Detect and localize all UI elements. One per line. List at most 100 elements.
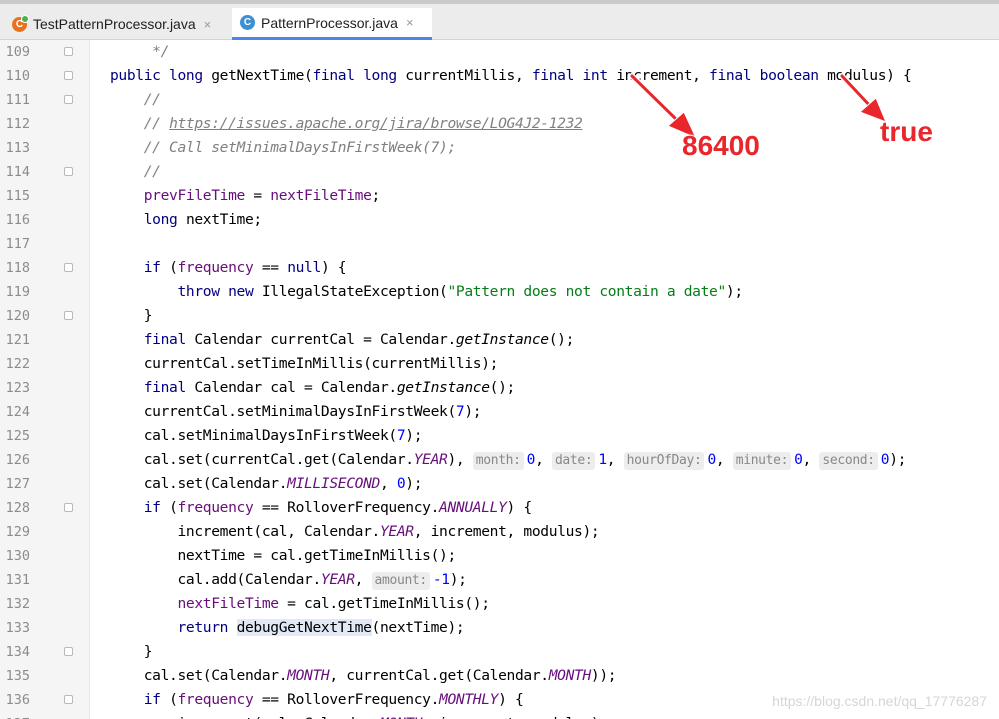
code-token: , <box>606 451 624 468</box>
code-token: cal.setMinimalDaysInFirstWeek( <box>110 427 397 444</box>
code-line[interactable]: // <box>110 160 161 184</box>
code-token: 0 <box>794 451 803 468</box>
code-line[interactable]: final Calendar currentCal = Calendar.get… <box>110 328 575 352</box>
code-line[interactable]: // https://issues.apache.org/jira/browse… <box>110 112 583 136</box>
code-token: (); <box>548 331 575 348</box>
parameter-hint: date: <box>551 452 596 470</box>
fold-marker-icon[interactable] <box>64 503 73 512</box>
code-token: MONTH <box>548 667 592 684</box>
code-line[interactable]: long nextTime; <box>110 208 262 232</box>
code-line[interactable]: nextFileTime = cal.getTimeInMillis(); <box>110 592 490 616</box>
code-token: , increment, modulus); <box>413 523 600 540</box>
code-token: YEAR <box>320 571 355 588</box>
fold-marker-icon[interactable] <box>64 71 73 80</box>
code-token: frequency <box>177 691 254 708</box>
fold-marker-icon[interactable] <box>64 695 73 704</box>
line-number: 121 <box>5 332 30 348</box>
code-line[interactable]: currentCal.setTimeInMillis(currentMillis… <box>110 352 499 376</box>
line-number: 127 <box>5 476 30 492</box>
line-number: 114 <box>5 164 30 180</box>
code-line[interactable]: // Call setMinimalDaysInFirstWeek(7); <box>110 136 457 160</box>
fold-marker-icon[interactable] <box>64 47 73 56</box>
line-number: 112 <box>5 116 30 132</box>
code-line[interactable]: } <box>110 640 153 664</box>
code-token: final int <box>531 67 617 84</box>
code-token: } <box>110 307 153 324</box>
code-token: cal.set(currentCal.get(Calendar. <box>110 451 414 468</box>
code-line[interactable]: increment(cal, Calendar.MONTH, increment… <box>110 712 608 719</box>
watermark: https://blog.csdn.net/qq_17776287 <box>772 693 987 709</box>
code-line[interactable]: throw new IllegalStateException("Pattern… <box>110 280 744 304</box>
fold-marker-icon[interactable] <box>64 311 73 320</box>
line-number: 111 <box>5 92 30 108</box>
code-token: , <box>354 571 372 588</box>
line-number: 136 <box>5 692 30 708</box>
code-token: ) { <box>320 259 347 276</box>
code-token: */ <box>110 43 170 60</box>
code-line[interactable]: return debugGetNextTime(nextTime); <box>110 616 465 640</box>
parameter-hint: month: <box>472 452 524 470</box>
line-number: 125 <box>5 428 30 444</box>
line-number: 124 <box>5 404 30 420</box>
code-line[interactable]: if (frequency == RolloverFrequency.ANNUA… <box>110 496 532 520</box>
code-token: (); <box>489 379 516 396</box>
code-line[interactable]: if (frequency == null) { <box>110 256 347 280</box>
code-token: nextFileTime <box>177 595 280 612</box>
fold-marker-icon[interactable] <box>64 263 73 272</box>
line-number: 137 <box>0 712 30 719</box>
code-token: final long <box>312 67 406 84</box>
code-token: prevFileTime <box>143 187 246 204</box>
code-line[interactable]: cal.set(Calendar.MONTH, currentCal.get(C… <box>110 664 617 688</box>
code-line[interactable]: cal.set(currentCal.get(Calendar.YEAR), m… <box>110 448 906 472</box>
fold-marker-icon[interactable] <box>64 647 73 656</box>
fold-marker-icon[interactable] <box>64 95 73 104</box>
code-token: 0 <box>880 451 890 468</box>
code-line[interactable]: currentCal.setMinimalDaysInFirstWeek(7); <box>110 400 482 424</box>
code-token: , <box>802 451 820 468</box>
code-line[interactable]: cal.add(Calendar.YEAR, amount: -1); <box>110 568 467 592</box>
code-line[interactable]: // <box>110 88 161 112</box>
code-token: MONTHLY <box>439 691 499 708</box>
code-token: getNextTime( <box>211 67 313 84</box>
line-number: 132 <box>5 596 30 612</box>
code-line[interactable]: prevFileTime = nextFileTime; <box>110 184 381 208</box>
parameter-hint: second: <box>819 452 878 470</box>
code-line[interactable]: increment(cal, Calendar.YEAR, increment,… <box>110 520 599 544</box>
code-token: "Pattern does not contain a date" <box>447 283 726 300</box>
line-number: 126 <box>5 452 30 468</box>
line-number: 128 <box>5 500 30 516</box>
code-token: == <box>253 259 288 276</box>
code-line[interactable]: if (frequency == RolloverFrequency.MONTH… <box>110 688 524 712</box>
code-line[interactable]: public long getNextTime(final long curre… <box>110 64 912 88</box>
code-token: MILLISECOND <box>287 475 380 492</box>
code-token: Calendar currentCal = Calendar. <box>194 331 456 348</box>
code-token: == RolloverFrequency. <box>253 691 440 708</box>
code-line[interactable]: cal.setMinimalDaysInFirstWeek(7); <box>110 424 423 448</box>
code-token: , currentCal.get(Calendar. <box>329 667 549 684</box>
code-token: -1 <box>432 571 450 588</box>
code-line[interactable]: cal.set(Calendar.MILLISECOND, 0); <box>110 472 423 496</box>
code-token: throw new <box>177 283 262 300</box>
code-line[interactable]: } <box>110 304 153 328</box>
code-token: = <box>244 187 271 204</box>
code-line[interactable]: final Calendar cal = Calendar.getInstanc… <box>110 376 516 400</box>
code-editor[interactable]: 109 */110 public long getNextTime(final l… <box>0 12 999 719</box>
code-line[interactable]: */ <box>110 40 169 64</box>
code-token: ) { <box>506 499 533 516</box>
parameter-hint: minute: <box>732 452 792 470</box>
code-token: increment(cal, Calendar. <box>110 715 380 719</box>
code-token: if <box>143 691 170 708</box>
code-line[interactable]: nextTime = cal.getTimeInMillis(); <box>110 544 456 568</box>
code-token: if <box>143 499 170 516</box>
code-token: long <box>143 211 186 228</box>
code-token: null <box>287 259 321 276</box>
increment-value-annotation: 86400 <box>681 129 760 162</box>
modulus-value-annotation: true <box>879 115 933 148</box>
fold-marker-icon[interactable] <box>64 167 73 176</box>
